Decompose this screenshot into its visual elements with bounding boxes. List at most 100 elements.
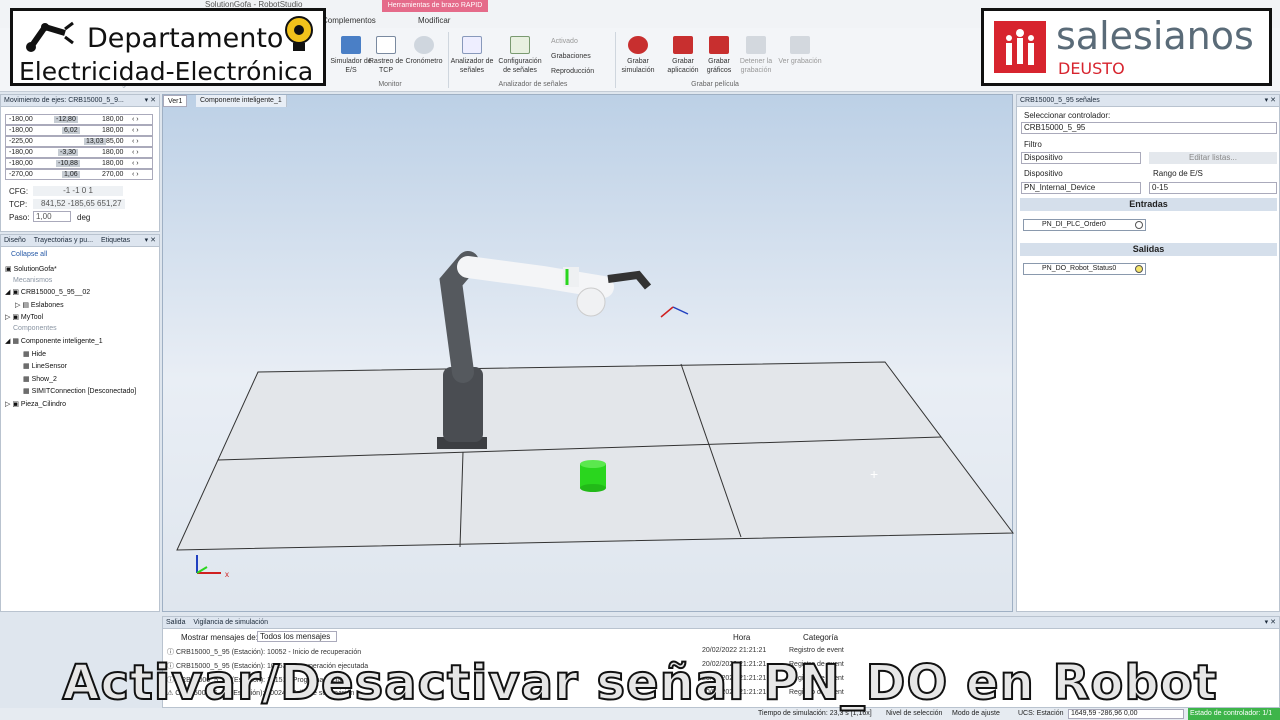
floor-grid xyxy=(176,361,1014,551)
controller-label: Seleccionar controlador: xyxy=(1024,111,1111,120)
signals-panel: CRB15000_5_95 señales ▾ ✕ Seleccionar con… xyxy=(1016,94,1280,612)
io-range-label: Rango de E/S xyxy=(1153,169,1203,178)
signals-header: CRB15000_5_95 señales ▾ ✕ xyxy=(1017,95,1279,107)
record-app-icon xyxy=(673,36,693,54)
signal-analyzer-icon xyxy=(462,36,482,54)
inputs-section: Entradas xyxy=(1020,198,1277,211)
outputs-section: Salidas xyxy=(1020,243,1277,256)
activated-toggle[interactable]: Activado xyxy=(551,38,578,45)
cfg-value: -1 -1 0 1 xyxy=(33,186,123,196)
tab-tags[interactable]: Etiquetas xyxy=(101,237,130,244)
filter-select[interactable]: Dispositivo xyxy=(1021,152,1141,164)
stop-record-button[interactable]: Detener la grabación xyxy=(732,36,780,75)
stopwatch-button[interactable]: Cronómetro xyxy=(400,36,448,66)
tree-item[interactable]: ▣ SolutionGofa* xyxy=(5,265,57,273)
cursor-icon: + xyxy=(870,466,878,482)
joint-row[interactable]: -180,00 6,02 180,00 ‹ › xyxy=(5,125,153,136)
col-category: Categoría xyxy=(803,633,839,642)
view-record-button[interactable]: Ver grabación xyxy=(776,36,824,66)
output-tabs: Salida Vigilancia de simulación ▾ ✕ xyxy=(163,617,1279,629)
layout-tabs: Diseño Trayectorias y pu... Etiquetas ▾ … xyxy=(1,235,159,247)
salesianos-logo: salesianos DEUSTO xyxy=(981,8,1272,86)
record-graphics-icon xyxy=(709,36,729,54)
robot-arm-icon xyxy=(26,21,74,52)
tab-output[interactable]: Salida xyxy=(166,619,185,626)
tree-heading: Componentes xyxy=(13,325,57,332)
edit-lists-button[interactable]: Editar listas... xyxy=(1149,152,1277,164)
tab-sim-watch[interactable]: Vigilancia de simulación xyxy=(193,619,268,626)
signal-analyzer-button[interactable]: Analizador de señales xyxy=(448,36,496,75)
tab-complementos[interactable]: Complementos xyxy=(322,16,376,25)
department-line2: Electricidad-Electrónica xyxy=(19,57,314,86)
cylinder-part xyxy=(580,460,606,492)
joint-row[interactable]: -180,00 -12,80 180,00 ‹ › xyxy=(5,114,153,125)
joint-row[interactable]: -180,00 -3,30 180,00 ‹ › xyxy=(5,147,153,158)
collapse-all-link[interactable]: Collapse all xyxy=(11,251,47,258)
joint-row[interactable]: -225,00 13,03 85,00 ‹ › xyxy=(5,136,153,147)
tab-layout[interactable]: Diseño xyxy=(4,237,26,244)
axis-gizmo xyxy=(196,555,221,574)
scene-canvas: x + xyxy=(176,251,1014,579)
tree-item[interactable]: ▦ LineSensor xyxy=(23,362,67,370)
signals-title: CRB15000_5_95 señales xyxy=(1020,97,1100,104)
controller-select[interactable]: CRB15000_5_95 xyxy=(1021,122,1277,134)
output-signal-button[interactable]: PN_DO_Robot_Status0 xyxy=(1023,263,1146,275)
device-select[interactable]: PN_Internal_Device xyxy=(1021,182,1141,194)
group-record-movie: Grabar película xyxy=(691,81,739,88)
3d-viewport[interactable]: Ver1 Componente inteligente_1 x + xyxy=(162,94,1014,612)
axis-x-label: x xyxy=(225,570,229,579)
joint-row[interactable]: -270,00 1,06 270,00 ‹ › xyxy=(5,169,153,180)
group-signal-analyzer: Analizador de señales xyxy=(498,81,568,88)
close-icon[interactable]: ▾ ✕ xyxy=(145,95,156,107)
message-filter-select[interactable]: Todos los mensajes xyxy=(257,631,337,642)
tcp-trace-icon xyxy=(376,36,396,54)
stopwatch-icon xyxy=(414,36,434,54)
step-label: Paso: xyxy=(9,213,30,222)
group-monitor: Monitor xyxy=(378,81,402,88)
tree-item[interactable]: ◢ ▦ Componente inteligente_1 xyxy=(5,337,103,345)
lightbulb-gear-icon xyxy=(285,16,313,51)
joint-jog-header: Movimiento de ejes: CRB15000_5_9... ▾ ✕ xyxy=(1,95,159,107)
tree-item[interactable]: ▦ Show_2 xyxy=(23,375,57,383)
department-logo: Departamento Electricidad-Electrónica xyxy=(10,8,326,86)
close-icon[interactable]: ▾ ✕ xyxy=(1265,95,1276,107)
close-icon[interactable]: ▾ ✕ xyxy=(145,235,156,247)
tcp-value: 841,52 -185,65 651,27 xyxy=(33,199,125,209)
context-tab[interactable]: Herramientas de brazo RAPID xyxy=(382,0,488,12)
joint-row[interactable]: -180,00 -10,88 180,00 ‹ › xyxy=(5,158,153,169)
io-simulator-icon xyxy=(341,36,361,54)
joint-jog-title: Movimiento de ejes: CRB15000_5_9... xyxy=(4,97,124,104)
record-sim-icon xyxy=(628,36,648,54)
record-sim-button[interactable]: Grabar simulación xyxy=(614,36,662,75)
tree-item[interactable]: ◢ ▣ CRB15000_5_95__02 xyxy=(5,288,90,296)
signal-lamp-icon xyxy=(1135,221,1143,229)
recordings-button[interactable]: Grabaciones xyxy=(551,53,591,60)
tree-item[interactable]: ▷ ▣ Pieza_Cilindro xyxy=(5,400,66,408)
step-input[interactable]: 1,00 xyxy=(33,211,71,222)
close-icon[interactable]: ▾ ✕ xyxy=(1265,617,1276,629)
department-line1: Departamento xyxy=(87,23,284,54)
io-range-select[interactable]: 0-15 xyxy=(1149,182,1277,194)
tab-paths[interactable]: Trayectorias y pu... xyxy=(34,237,93,244)
tab-view1[interactable]: Ver1 xyxy=(163,95,188,107)
tree-item[interactable]: ▷ ▤ Eslabones xyxy=(15,301,64,309)
input-signal-button[interactable]: PN_DI_PLC_Order0 xyxy=(1023,219,1146,231)
tab-modificar[interactable]: Modificar xyxy=(418,16,450,25)
tree-item[interactable]: ▦ SIMITConnection [Desconectado] xyxy=(23,387,136,395)
col-time: Hora xyxy=(733,633,751,642)
stop-record-icon xyxy=(746,36,766,54)
tab-smart-component[interactable]: Componente inteligente_1 xyxy=(196,95,287,107)
video-caption: Activar/Desactivar señal PN_DO en Robot xyxy=(61,654,1218,712)
salesianos-name: salesianos xyxy=(1056,14,1254,58)
tree-item[interactable]: ▷ ▣ MyTool xyxy=(5,313,43,321)
playback-button[interactable]: Reproducción xyxy=(551,68,594,75)
tree-item[interactable]: ▦ Hide xyxy=(23,350,46,358)
salesianos-emblem-icon xyxy=(994,21,1046,73)
signal-config-button[interactable]: Configuración de señales xyxy=(496,36,544,75)
device-label: Dispositivo xyxy=(1024,169,1063,178)
message-filter-label: Mostrar mensajes de: xyxy=(181,633,258,642)
cfg-label: CFG: xyxy=(9,187,29,196)
tree-heading: Mecanismos xyxy=(13,277,53,284)
signal-config-icon xyxy=(510,36,530,54)
view-record-icon xyxy=(790,36,810,54)
